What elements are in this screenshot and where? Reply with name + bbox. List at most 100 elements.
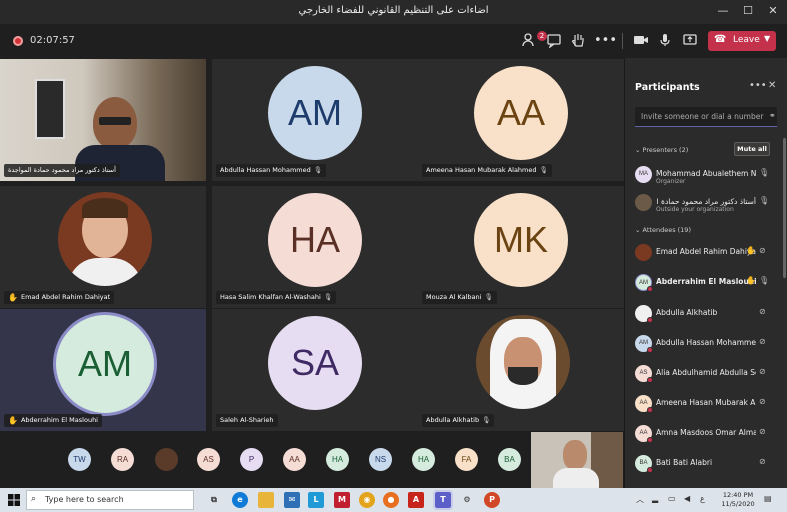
video-tile[interactable]: AA Ameena Hasan Mubarak Alahmed 🎙 [418,59,624,181]
mail-icon[interactable]: ✉ [284,492,300,508]
video-tile[interactable]: Abdulla Alkhatib 🎙 [418,309,624,431]
mic-icon: 🎙 [482,416,491,424]
avatar-photo[interactable] [155,448,178,471]
tray-chevron-icon[interactable]: ︿ [636,494,644,505]
powerpoint-icon[interactable]: P [484,492,500,508]
video-tile[interactable]: ✋ Emad Abdel Rahim Dahiyat [0,186,206,308]
participants-panel: Participants ••• ✕ Invite someone or dia… [624,58,787,488]
avatar[interactable]: BA [498,448,521,471]
firefox-icon[interactable]: ● [383,492,399,508]
more-options-icon[interactable]: ••• [749,80,767,91]
raise-hand-icon[interactable] [569,32,587,50]
video-tile[interactable]: MK Mouza Al Kalbani 🎙 [418,186,624,308]
participant-name: Mohammad Abualethem Nso... [656,169,756,178]
participant-name: أستاذ دكتور مراد محمود حمادة المواجدة [656,197,756,206]
mic-icon: 🎙 [539,166,548,174]
participant-row[interactable]: AA Ameena Hasan Mubarak Alah... ⊘ [625,391,787,415]
avatar[interactable]: AS [197,448,220,471]
avatar-initials: AM [78,343,132,384]
participant-row[interactable]: BA Bati Bati Alabri ⊘ [625,451,787,475]
window-title: اضاءات على التنظيم القانوني للفضاء الخار… [298,5,489,16]
presenters-section-header[interactable]: ⌄ Presenters (2) [635,146,688,154]
participant-row[interactable]: AS Alia Abdulhamid Abdulla Seraj ⊘ [625,361,787,385]
avatar[interactable]: P [240,448,263,471]
participant-name-label: Hasa Salim Khalfan Al-Washahi 🎙 [216,291,337,304]
video-tile-active-speaker[interactable]: AM ✋ Abderrahim El Maslouhi [0,309,206,431]
avatar[interactable]: NS [369,448,392,471]
battery-icon[interactable]: ▭ [668,494,676,503]
video-tile[interactable]: SA Saleh Al-Sharieh [212,309,418,431]
camera-icon[interactable] [632,32,650,50]
taskbar-clock[interactable]: 12:40 PM 11/5/2020 [718,491,758,509]
participant-row[interactable]: Abdulla Alkhatib ⊘ [625,301,787,325]
glasses [99,117,131,125]
participant-name: Abdulla Hassan Mohammed [656,338,756,347]
acrobat-icon[interactable]: A [408,492,424,508]
file-explorer-icon[interactable] [258,492,274,508]
link-icon[interactable]: ⚭ [769,111,776,120]
participant-row[interactable]: Emad Abdel Rahim Dahiyat ✋ ⊘ [625,240,787,264]
close-icon[interactable]: ✕ [768,80,776,91]
participant-name: Saleh Al-Sharieh [220,416,274,424]
attendees-section-header[interactable]: ⌄ Attendees (19) [635,226,691,234]
avatar[interactable]: HA [412,448,435,471]
settings-gear-icon[interactable]: ⚙ [459,492,475,508]
volume-icon[interactable]: ◀ [684,494,690,503]
participant-name-label: Ameena Hasan Mubarak Alahmed 🎙 [422,164,552,177]
mcafee-icon[interactable]: M [334,492,350,508]
participant-name-label: Mouza Al Kalbani 🎙 [422,291,497,304]
avatar: AM [268,66,362,160]
person-shirt [553,468,599,488]
mic-off-icon: ⊘ [759,307,766,316]
chrome-icon[interactable]: ◉ [359,492,375,508]
overflow-participants-strip [0,433,623,488]
person-shirt [68,258,142,286]
network-icon[interactable]: ▂ [652,494,658,503]
mic-icon: 🎙 [759,276,770,285]
more-actions-icon[interactable]: ••• [594,32,617,50]
close-window-button[interactable]: ✕ [763,4,783,17]
mic-icon: 🎙 [759,196,770,205]
avatar[interactable]: HA [326,448,349,471]
participant-row[interactable]: AA Amna Masdoos Omar Almash... ⊘ [625,421,787,445]
person-face [563,440,587,470]
participant-row[interactable]: AM Abderrahim El Maslouhi ✋ 🎙 [625,270,787,294]
share-screen-icon[interactable] [681,32,699,50]
edge-browser-icon[interactable]: e [232,492,248,508]
mic-icon: 🎙 [484,293,493,301]
chevron-down-icon[interactable]: ▼ [764,34,770,43]
search-placeholder: Type here to search [45,495,124,504]
avatar[interactable]: FA [455,448,478,471]
leave-button[interactable]: ☎ Leave ▼ [708,31,776,51]
language-icon[interactable]: ع [700,494,705,503]
participant-role: Outside your organization [656,206,734,213]
teams-icon[interactable]: T [433,490,453,510]
app-l-icon[interactable]: L [308,492,324,508]
self-view-video[interactable] [531,432,623,488]
mic-off-icon: ⊘ [759,427,766,436]
participant-row[interactable]: MA Mohammad Abualethem Nso... Organizer … [625,162,787,186]
participant-row[interactable]: أستاذ دكتور مراد محمود حمادة المواجدة Ou… [625,190,787,214]
notifications-icon[interactable]: ▤ [764,494,772,503]
invite-input[interactable]: Invite someone or dial a number [635,107,777,127]
presenters-label: Presenters (2) [642,146,689,154]
maximize-button[interactable]: ☐ [738,4,758,17]
avatar[interactable]: AA [283,448,306,471]
avatar[interactable]: TW [68,448,91,471]
taskbar-search-box[interactable]: ⌕ Type here to search [26,490,194,510]
task-view-icon[interactable]: ⧉ [206,492,222,508]
avatar[interactable]: RA [111,448,134,471]
minimize-button[interactable]: — [713,4,733,17]
status-dot [647,377,653,383]
video-tile[interactable]: HA Hasa Salim Khalfan Al-Washahi 🎙 [212,186,418,308]
video-tile[interactable]: AM Abdulla Hassan Mohammed 🎙 [212,59,418,181]
participant-name: Ameena Hasan Mubarak Alahmed [426,166,537,174]
participant-row[interactable]: AM Abdulla Hassan Mohammed ⊘ [625,331,787,355]
microphone-icon[interactable] [656,32,674,50]
panel-scrollbar[interactable] [783,138,786,278]
avatar: MA [635,166,652,183]
mute-all-button[interactable]: Mute all [734,142,770,156]
chat-icon[interactable] [545,32,563,50]
windows-start-icon[interactable] [8,494,20,506]
video-tile[interactable]: أستاذ دكتور مراد محمود حمادة المواجدة [0,59,206,181]
